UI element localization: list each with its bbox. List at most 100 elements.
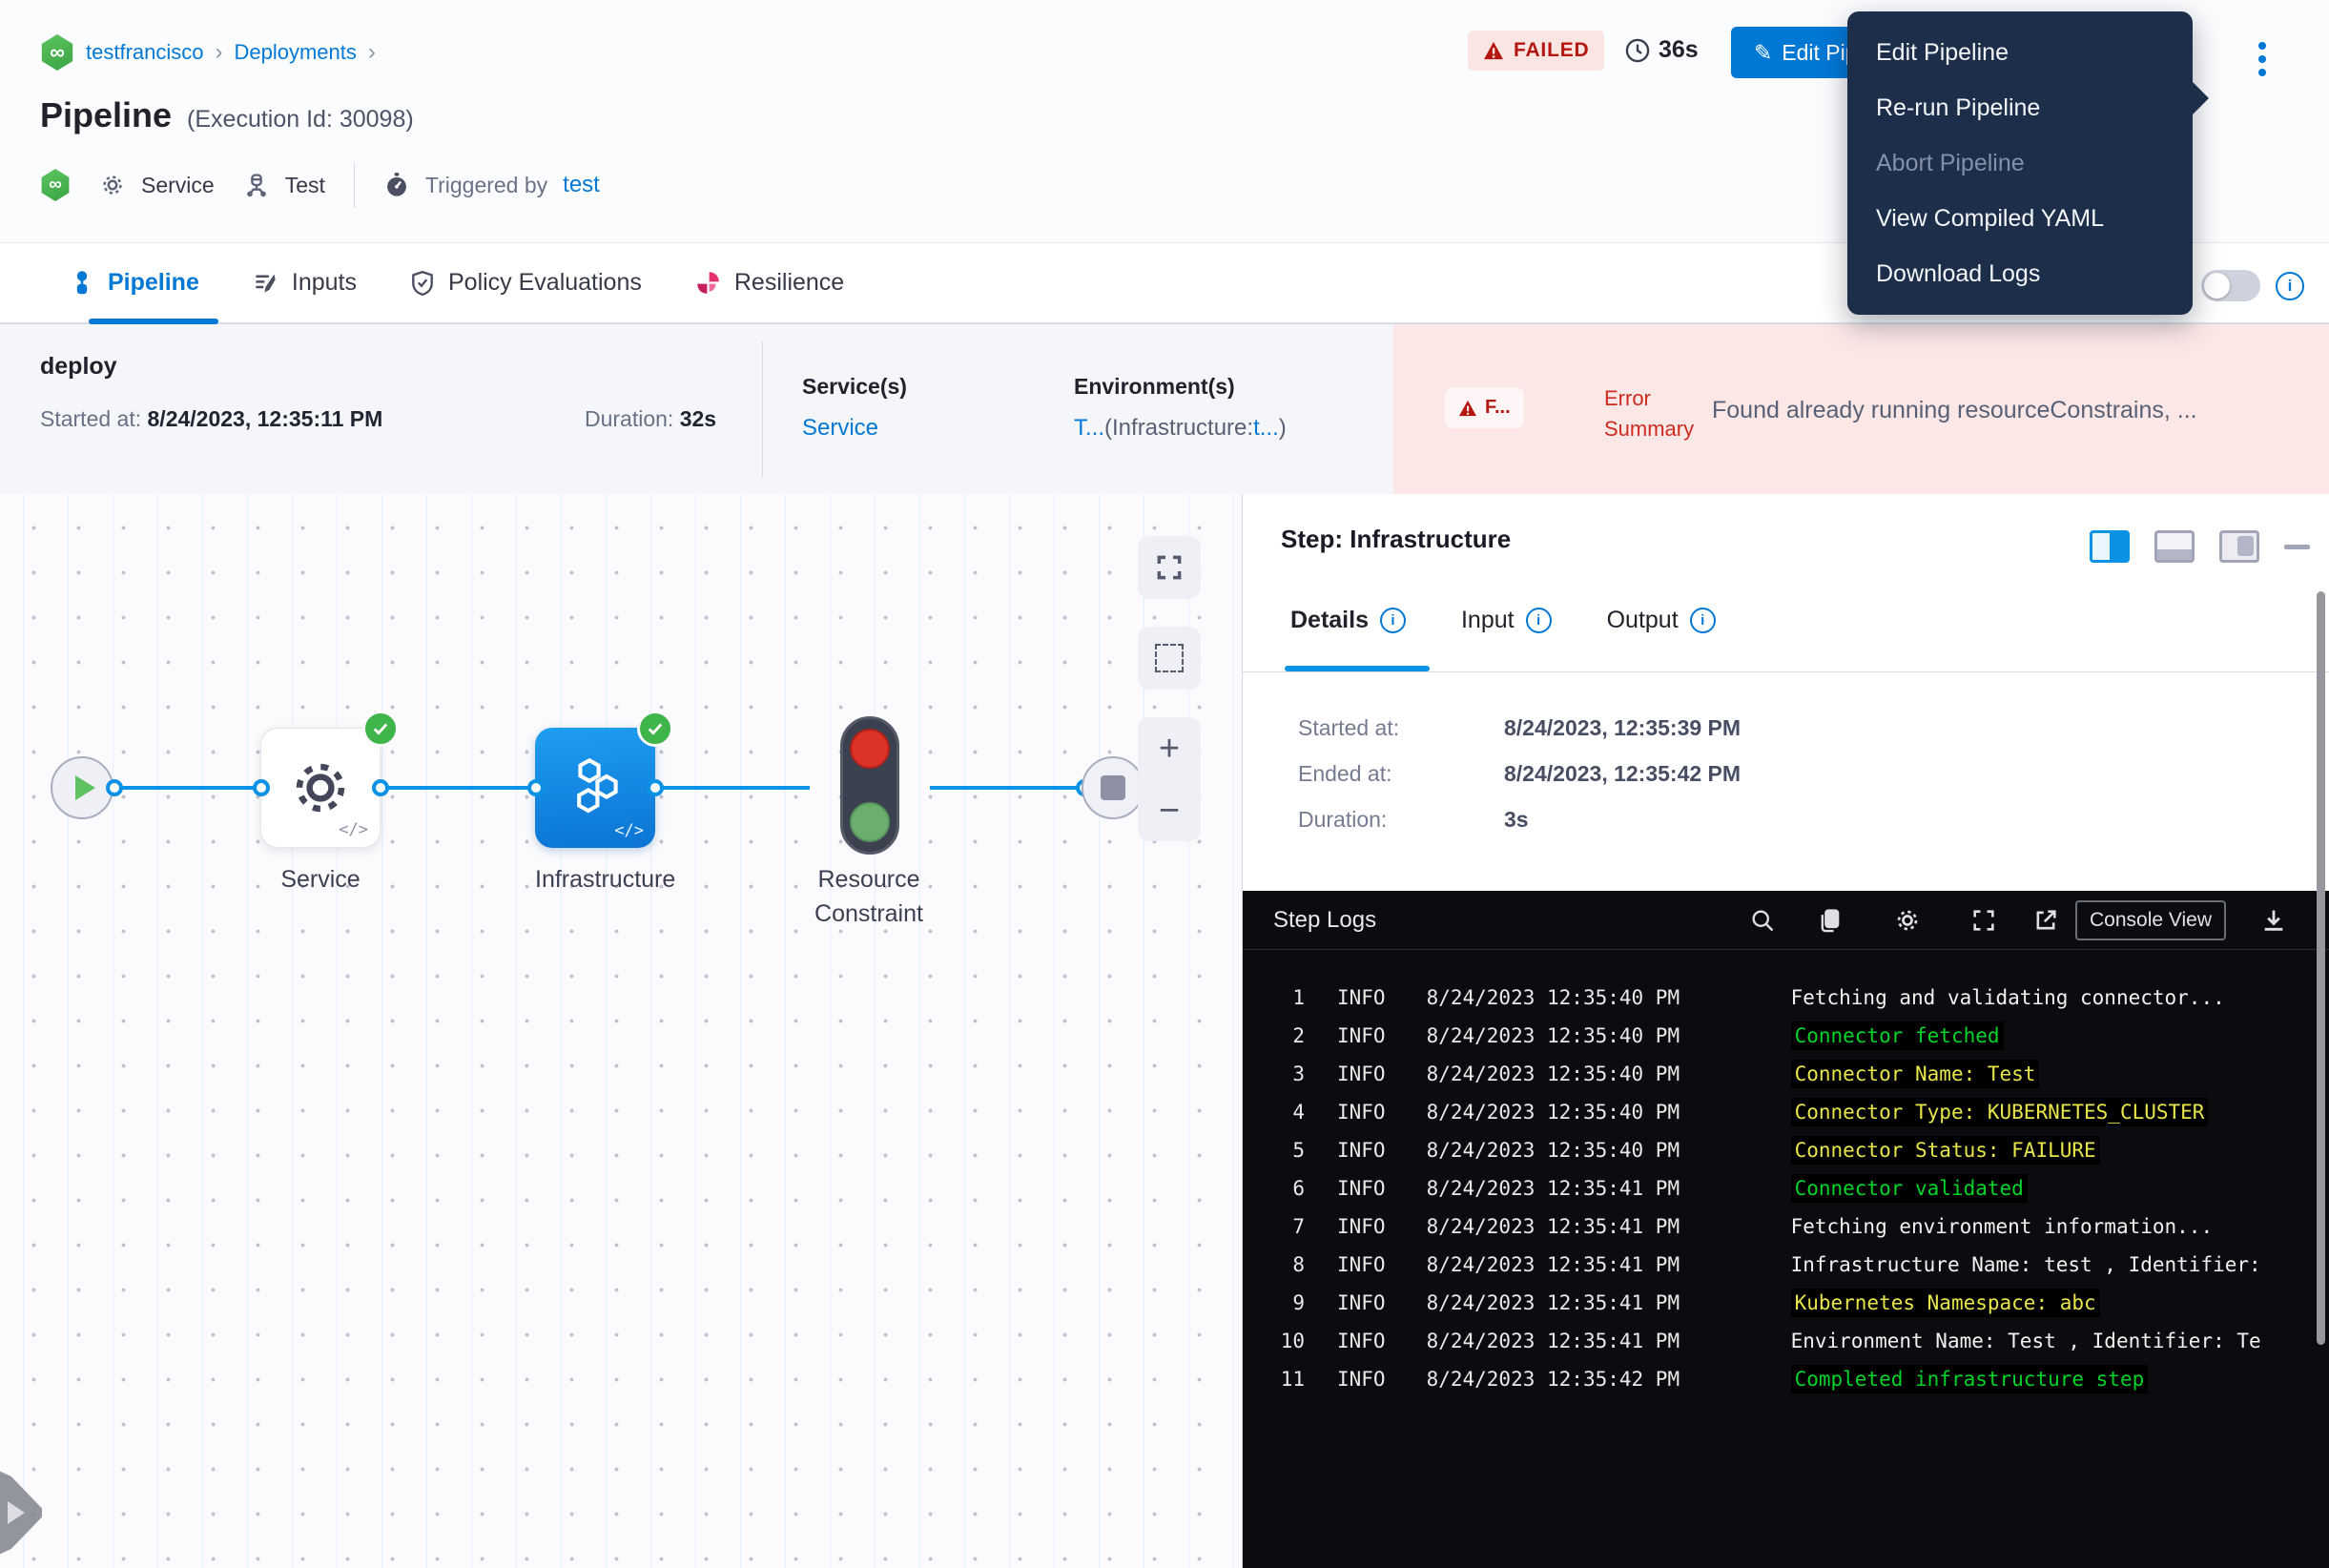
zoom-out-button[interactable]: −: [1159, 793, 1180, 829]
shield-check-icon: [410, 270, 435, 297]
tab-details[interactable]: Detailsi: [1290, 607, 1406, 634]
breadcrumb-project-link[interactable]: testfrancisco: [86, 40, 204, 65]
breadcrumb-separator-icon: ›: [368, 39, 376, 66]
external-link-icon[interactable]: [2028, 902, 2064, 939]
tab-resilience[interactable]: Resilience: [695, 269, 844, 297]
layout-vertical-split-button[interactable]: [2090, 530, 2130, 563]
service-link[interactable]: Service: [802, 415, 907, 442]
pipeline-icon: [70, 270, 94, 297]
error-summary-message: Found already running resourceConstrains…: [1712, 397, 2319, 424]
port: [647, 779, 664, 796]
menu-item-download-logs[interactable]: Download Logs: [1847, 259, 2193, 288]
triggered-by-label: Triggered by: [425, 173, 547, 198]
options-dropdown-menu: Edit Pipeline Re-run Pipeline Abort Pipe…: [1847, 11, 2193, 315]
breadcrumb-separator-icon: ›: [216, 39, 223, 66]
port: [527, 779, 545, 796]
panel-divider: [1243, 671, 2329, 672]
log-line: 2INFO8/24/2023 12:35:40 PMConnector fetc…: [1243, 1017, 2329, 1055]
port: [253, 779, 270, 796]
end-node[interactable]: [1082, 756, 1144, 819]
tab-pipeline[interactable]: Pipeline: [70, 269, 199, 297]
left-panel-handle[interactable]: [0, 1459, 42, 1566]
stage-name: deploy: [40, 353, 117, 381]
menu-item-view-compiled-yaml[interactable]: View Compiled YAML: [1847, 204, 2193, 233]
zoom-in-button[interactable]: +: [1159, 731, 1180, 767]
step-panel-title: Step: Infrastructure: [1281, 525, 1511, 554]
status-badge: FAILED: [1468, 31, 1604, 71]
node-service[interactable]: </>: [260, 728, 381, 848]
search-icon[interactable]: [1744, 902, 1781, 939]
layout-horizontal-split-button[interactable]: [2154, 530, 2195, 563]
step-logs-section: Step Logs Conso: [1243, 891, 2329, 1568]
fullscreen-icon: [1154, 552, 1185, 583]
start-node[interactable]: [51, 756, 113, 819]
success-check-icon: [637, 711, 673, 747]
step-panel-tabs: Detailsi Inputi Outputi: [1290, 607, 1716, 634]
red-light-icon: [850, 729, 890, 769]
log-body[interactable]: 1INFO8/24/2023 12:35:40 PMFetching and v…: [1243, 979, 2329, 1568]
selection-icon: [1155, 644, 1184, 672]
detail-row-ended: Ended at: 8/24/2023, 12:35:42 PM: [1298, 761, 1741, 787]
menu-arrow: [2191, 80, 2209, 116]
log-line: 11INFO8/24/2023 12:35:42 PMCompleted inf…: [1243, 1360, 2329, 1398]
breadcrumb-deployments-link[interactable]: Deployments: [235, 40, 357, 65]
port: [372, 779, 389, 796]
download-icon[interactable]: [2256, 902, 2292, 939]
execution-id: (Execution Id: 30098): [187, 106, 414, 134]
warning-icon: [1458, 400, 1477, 417]
environments-label: Environment(s): [1074, 374, 1287, 400]
more-options-kebab-icon[interactable]: [2243, 32, 2281, 86]
log-line: 1INFO8/24/2023 12:35:40 PMFetching and v…: [1243, 979, 2329, 1017]
page-title: Pipeline: [40, 95, 172, 135]
tab-input[interactable]: Inputi: [1461, 607, 1552, 634]
chevron-right-icon: [8, 1501, 25, 1524]
minimize-panel-button[interactable]: [2284, 545, 2310, 549]
canvas-fullscreen-button[interactable]: [1138, 536, 1201, 599]
main-content: </> Service </> Infrastructure: [0, 494, 2329, 1568]
tab-inputs[interactable]: Inputs: [253, 269, 357, 297]
log-line: 6INFO8/24/2023 12:35:41 PMConnector vali…: [1243, 1169, 2329, 1207]
meta-divider: [354, 162, 355, 208]
edge-service-infra: [381, 786, 537, 790]
node-label-service: Service: [260, 862, 381, 897]
pipeline-canvas[interactable]: </> Service </> Infrastructure: [0, 494, 1242, 1568]
info-icon: i: [1526, 608, 1552, 633]
tab-output[interactable]: Outputi: [1607, 607, 1716, 634]
triggered-by-user-link[interactable]: test: [563, 172, 600, 198]
code-icon: </>: [339, 820, 368, 839]
step-logs-title: Step Logs: [1273, 907, 1376, 934]
node-infrastructure[interactable]: </>: [535, 728, 655, 848]
console-view-button[interactable]: Console View: [2075, 900, 2226, 940]
harness-cd-icon: ∞: [40, 169, 71, 201]
canvas-zoom-controls: + −: [1138, 717, 1201, 841]
canvas-select-button[interactable]: [1138, 627, 1201, 690]
info-icon[interactable]: i: [2276, 272, 2304, 300]
menu-item-edit-pipeline[interactable]: Edit Pipeline: [1847, 38, 2193, 67]
tab-policy-evaluations[interactable]: Policy Evaluations: [410, 269, 642, 297]
environment-link[interactable]: T...(Infrastructure:t...): [1074, 415, 1287, 442]
node-resource-constraint[interactable]: [840, 716, 899, 855]
app-root: ∞ testfrancisco › Deployments › Pipeline…: [0, 0, 2329, 1568]
stage-summary-bar: deploy Started at: 8/24/2023, 12:35:11 P…: [0, 324, 2329, 494]
services-column: Service(s) Service: [802, 374, 907, 442]
edge-rc-end: [930, 786, 1087, 790]
environment-icon: [243, 172, 270, 198]
gear-icon[interactable]: [1889, 902, 1926, 939]
panel-layout-controls: [2090, 530, 2310, 563]
resilience-icon: [695, 270, 721, 296]
stop-icon: [1101, 775, 1125, 800]
copy-icon[interactable]: [1812, 902, 1848, 939]
view-toggle-switch[interactable]: [2201, 270, 2260, 301]
inputs-icon: [253, 270, 278, 296]
fullscreen-icon[interactable]: [1966, 902, 2002, 939]
layout-floating-panel-button[interactable]: [2219, 530, 2259, 563]
menu-item-rerun-pipeline[interactable]: Re-run Pipeline: [1847, 93, 2193, 122]
elapsed-time: 36s: [1624, 36, 1699, 64]
breadcrumb: ∞ testfrancisco › Deployments ›: [40, 34, 376, 71]
error-summary-label: Error Summary: [1604, 383, 1715, 444]
panel-scrollbar[interactable]: [2317, 591, 2325, 1345]
gear-icon: [99, 172, 126, 198]
log-line: 5INFO8/24/2023 12:35:40 PMConnector Stat…: [1243, 1131, 2329, 1169]
services-label: Service(s): [802, 374, 907, 400]
log-line: 8INFO8/24/2023 12:35:41 PMInfrastructure…: [1243, 1246, 2329, 1284]
